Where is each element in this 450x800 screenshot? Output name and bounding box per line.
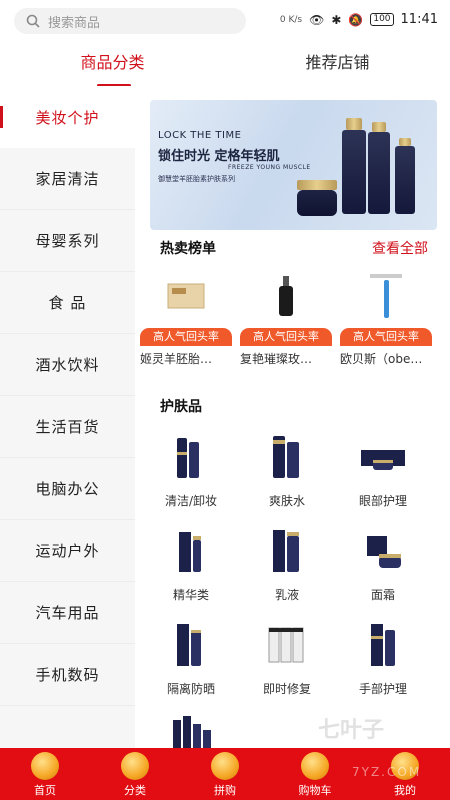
clock-time: 11:41	[400, 12, 438, 27]
nav-label: 分类	[124, 784, 146, 797]
nav-label: 拼购	[214, 784, 236, 797]
home-icon	[31, 752, 59, 780]
hot-product-card[interactable]: 高人气回头率 姬灵羊胚胎…	[138, 266, 234, 372]
sidebar-item-sports-outdoor[interactable]: 运动户外	[0, 520, 135, 582]
bluetooth-icon: ✱	[331, 12, 342, 27]
net-speed: 0 K/s	[279, 14, 303, 25]
category-label: 眼部护理	[358, 494, 407, 508]
category-label: 清洁/卸妆	[164, 494, 218, 508]
skincare-category-repair[interactable]: 即时修复	[239, 620, 335, 710]
mute-icon: 🔕	[348, 12, 364, 27]
skincare-category-sunscreen[interactable]: 隔离防晒	[143, 620, 239, 710]
product-image	[167, 283, 205, 309]
sidebar-item-food[interactable]: 食 品	[0, 272, 135, 334]
popularity-badge: 高人气回头率	[340, 328, 432, 346]
nav-group-buy[interactable]: 拼购	[180, 748, 270, 800]
sidebar-item-phone-digital[interactable]: 手机数码	[0, 644, 135, 706]
sidebar-item-home-cleaning[interactable]: 家居清洁	[0, 148, 135, 210]
hot-product-card[interactable]: 高人气回头率 复艳璀璨玫…	[238, 266, 334, 372]
cart-icon	[301, 752, 329, 780]
hot-list-title: 热卖榜单	[160, 241, 216, 257]
search-box[interactable]: 搜索商品	[14, 8, 246, 34]
product-name: 欧贝斯（obe…	[340, 352, 423, 366]
product-image	[279, 276, 293, 316]
see-all-link[interactable]: 查看全部	[372, 238, 428, 258]
product-image	[268, 627, 304, 663]
sidebar-item-computer-office[interactable]: 电脑办公	[0, 458, 135, 520]
product-name: 复艳璀璨玫…	[240, 352, 313, 366]
tab-recommended-shops[interactable]: 推荐店铺	[225, 44, 450, 86]
product-image	[361, 450, 405, 470]
watermark-logo: 七叶子	[318, 718, 385, 743]
nav-cart[interactable]: 购物车	[270, 748, 360, 800]
product-image	[273, 436, 299, 478]
nav-home[interactable]: 首页	[0, 748, 90, 800]
skincare-category-set[interactable]	[143, 714, 239, 748]
product-image	[179, 532, 201, 572]
sidebar-item-auto[interactable]: 汽车用品	[0, 582, 135, 644]
skincare-category-lotion[interactable]: 乳液	[239, 526, 335, 616]
system-status: 0 K/s 👁 ✱ 🔕 100 11:41	[280, 12, 438, 27]
category-icon	[121, 752, 149, 780]
skincare-category-eye-care[interactable]: 眼部护理	[335, 432, 431, 522]
product-image	[177, 438, 199, 478]
category-label: 隔离防晒	[166, 682, 215, 696]
product-image	[370, 274, 402, 318]
skincare-category-cream[interactable]: 面霜	[335, 526, 431, 616]
watermark-site: 7YZ.COM	[352, 765, 422, 779]
product-image	[173, 716, 211, 748]
nav-label: 我的	[394, 784, 416, 797]
category-label: 手部护理	[358, 682, 407, 696]
category-label: 精华类	[172, 588, 209, 602]
skincare-category-essence[interactable]: 精华类	[143, 526, 239, 616]
category-label: 即时修复	[262, 682, 311, 696]
sidebar-item-daily-goods[interactable]: 生活百货	[0, 396, 135, 458]
category-label: 乳液	[274, 588, 299, 602]
banner-series-name: 御慧堂羊胚胎素护肤系列	[158, 175, 235, 183]
product-image	[273, 530, 299, 572]
product-image	[371, 624, 395, 666]
status-bar: 搜索商品 0 K/s 👁 ✱ 🔕 100 11:41	[0, 0, 450, 44]
eye-icon: 👁	[309, 12, 325, 27]
product-image	[177, 624, 201, 666]
skincare-title: 护肤品	[160, 399, 202, 415]
banner-tagline-en: LOCK THE TIME	[158, 130, 242, 141]
popularity-badge: 高人气回头率	[240, 328, 332, 346]
tab-product-category[interactable]: 商品分类	[0, 44, 225, 86]
skincare-category-hand-care[interactable]: 手部护理	[335, 620, 431, 710]
product-image	[367, 536, 401, 568]
category-label: 爽肤水	[268, 494, 305, 508]
nav-label: 购物车	[298, 784, 332, 797]
sidebar-item-drinks[interactable]: 酒水饮料	[0, 334, 135, 396]
app-root: 搜索商品 0 K/s 👁 ✱ 🔕 100 11:41 商品分类 推荐店铺 美妆个…	[0, 0, 450, 800]
nav-label: 首页	[34, 784, 56, 797]
sidebar-item-mother-baby[interactable]: 母婴系列	[0, 210, 135, 272]
popularity-badge: 高人气回头率	[140, 328, 232, 346]
hot-product-card[interactable]: 高人气回头率 欧贝斯（obe…	[338, 266, 434, 372]
category-label: 面霜	[370, 588, 395, 602]
nav-category[interactable]: 分类	[90, 748, 180, 800]
battery-level: 100	[370, 13, 394, 26]
sidebar-item-beauty[interactable]: 美妆个护	[0, 86, 135, 148]
banner-subline-en: FREEZE YOUNG MUSCLE	[228, 164, 311, 171]
skincare-category-toner[interactable]: 爽肤水	[239, 432, 335, 522]
search-icon	[26, 14, 40, 28]
skincare-category-cleansing[interactable]: 清洁/卸妆	[143, 432, 239, 522]
search-placeholder: 搜索商品	[48, 15, 101, 31]
category-content: LOCK THE TIME 锁住时光 定格年轻肌 FREEZE YOUNG MU…	[135, 86, 450, 748]
group-buy-icon	[211, 752, 239, 780]
category-tabs: 商品分类 推荐店铺	[0, 44, 450, 86]
promo-banner[interactable]: LOCK THE TIME 锁住时光 定格年轻肌 FREEZE YOUNG MU…	[150, 100, 437, 230]
category-sidebar: 美妆个护 家居清洁 母婴系列 食 品 酒水饮料 生活百货 电脑办公 运动户外 汽…	[0, 86, 135, 748]
product-name: 姬灵羊胚胎…	[140, 352, 213, 366]
banner-headline: 锁住时光 定格年轻肌	[158, 149, 280, 164]
